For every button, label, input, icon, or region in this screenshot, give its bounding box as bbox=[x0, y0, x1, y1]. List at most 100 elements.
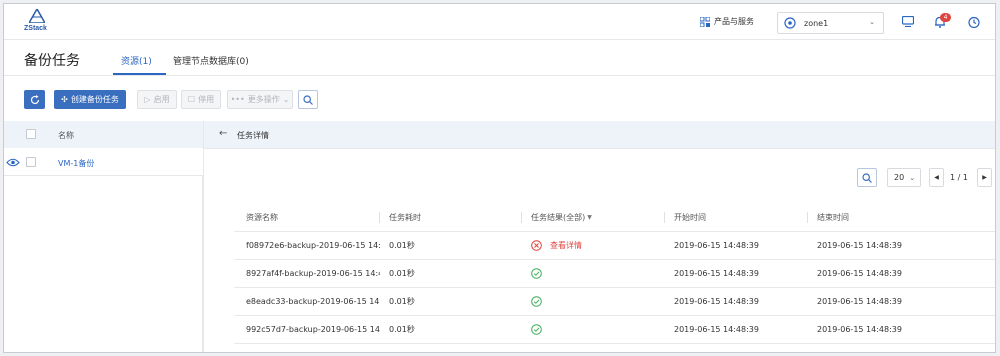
end-time: 2019-06-15 14:48:39 bbox=[817, 241, 902, 250]
eye-icon[interactable] bbox=[6, 158, 20, 167]
logo-icon bbox=[29, 9, 45, 23]
search-button[interactable] bbox=[298, 90, 318, 109]
end-time: 2019-06-15 14:48:39 bbox=[817, 269, 902, 278]
zstack-logo[interactable]: ZStack bbox=[24, 9, 54, 35]
tab-management-db[interactable]: 管理节点数据库(0) bbox=[173, 54, 249, 67]
disable-button[interactable]: ☐ 停用 bbox=[181, 90, 221, 109]
end-time: 2019-06-15 14:48:39 bbox=[817, 325, 902, 334]
more-actions-button[interactable]: ••• 更多操作 ⌄ bbox=[227, 90, 293, 109]
detail-header-divider bbox=[204, 148, 995, 149]
task-result: 查看详情 bbox=[531, 232, 671, 259]
task-detail-table: 资源名称 任务耗时 任务结果(全部) ▼ 开始时间 结束时间 f08972e6-… bbox=[234, 203, 995, 344]
column-separator bbox=[807, 212, 808, 223]
table-header: 资源名称 任务耗时 任务结果(全部) ▼ 开始时间 结束时间 bbox=[234, 203, 995, 232]
zone-select[interactable]: zone1 ⌄ bbox=[777, 12, 884, 34]
resource-name: f08972e6-backup-2019-06-15 14:4... bbox=[246, 241, 380, 250]
resource-name: 8927af4f-backup-2019-06-15 14:4... bbox=[246, 269, 380, 278]
table-row[interactable]: e8eadc33-backup-2019-06-15 14:... 0.01秒 … bbox=[234, 288, 995, 316]
enable-label: 启用 bbox=[153, 95, 170, 104]
row-checkbox[interactable] bbox=[26, 157, 36, 167]
monitor-icon[interactable] bbox=[902, 16, 914, 27]
prev-page-button[interactable]: ◀ bbox=[929, 168, 944, 187]
select-all-checkbox[interactable] bbox=[26, 129, 36, 139]
start-time: 2019-06-15 14:48:39 bbox=[674, 325, 759, 334]
back-arrow-icon[interactable]: ← bbox=[219, 128, 227, 139]
detail-title: 任务详情 bbox=[237, 131, 269, 140]
task-result bbox=[531, 288, 671, 315]
chevron-down-icon: ⌄ bbox=[282, 95, 290, 104]
column-result-label: 任务结果(全部) bbox=[531, 212, 586, 222]
stop-icon: ☐ bbox=[187, 95, 196, 104]
success-check-icon bbox=[531, 324, 542, 335]
tab-divider bbox=[4, 75, 995, 76]
column-result-filter[interactable]: 任务结果(全部) ▼ bbox=[531, 203, 671, 231]
resource-name: 992c57d7-backup-2019-06-15 14:... bbox=[246, 325, 380, 334]
error-icon bbox=[531, 240, 542, 251]
column-start-time: 开始时间 bbox=[674, 212, 706, 222]
more-dots-icon: ••• bbox=[230, 95, 245, 104]
products-services-menu[interactable]: 产品与服务 bbox=[700, 16, 754, 27]
next-page-button[interactable]: ▶ bbox=[977, 168, 992, 187]
task-duration: 0.01秒 bbox=[389, 269, 415, 278]
list-empty-area bbox=[4, 176, 203, 352]
success-check-icon bbox=[531, 296, 542, 307]
app-window: ZStack 产品与服务 zone1 ⌄ 4 备份任务 资源(1) 管理节点数据… bbox=[3, 3, 996, 353]
column-separator bbox=[521, 212, 522, 223]
grid-icon bbox=[700, 16, 710, 27]
notification-badge: 4 bbox=[940, 13, 951, 22]
start-time: 2019-06-15 14:48:39 bbox=[674, 241, 759, 250]
tab-resources[interactable]: 资源(1) bbox=[121, 54, 152, 67]
panel-splitter bbox=[203, 121, 204, 352]
zone-value: zone1 bbox=[804, 18, 829, 28]
table-row[interactable]: 8927af4f-backup-2019-06-15 14:4... 0.01秒… bbox=[234, 260, 995, 288]
create-backup-task-button[interactable]: ✣ 创建备份任务 bbox=[54, 90, 126, 109]
column-end-time: 结束时间 bbox=[817, 212, 849, 222]
task-duration: 0.01秒 bbox=[389, 297, 415, 306]
products-services-label: 产品与服务 bbox=[714, 17, 754, 26]
plus-icon: ✣ bbox=[61, 95, 68, 104]
task-result bbox=[531, 260, 671, 287]
caret-right-icon: ▶ bbox=[982, 174, 987, 181]
search-icon bbox=[303, 94, 313, 105]
column-duration: 任务耗时 bbox=[389, 212, 421, 222]
column-separator bbox=[664, 212, 665, 223]
create-backup-task-label: 创建备份任务 bbox=[70, 95, 119, 104]
page-size-select[interactable]: 20 ⌄ bbox=[887, 168, 921, 187]
enable-button[interactable]: ▷ 启用 bbox=[137, 90, 177, 109]
list-item-name[interactable]: VM-1备份 bbox=[58, 158, 94, 169]
page-size-value: 20 bbox=[894, 173, 905, 182]
success-check-icon bbox=[531, 268, 542, 279]
top-bar: ZStack 产品与服务 zone1 ⌄ 4 bbox=[4, 4, 995, 40]
task-duration: 0.01秒 bbox=[389, 241, 415, 250]
refresh-button[interactable] bbox=[24, 90, 45, 109]
list-header: 名称 bbox=[4, 121, 203, 148]
page-title: 备份任务 bbox=[24, 53, 80, 69]
name-column-header: 名称 bbox=[58, 131, 74, 140]
resource-name: e8eadc33-backup-2019-06-15 14:... bbox=[246, 297, 380, 306]
search-icon bbox=[862, 172, 872, 183]
table-row[interactable]: 992c57d7-backup-2019-06-15 14:... 0.01秒 … bbox=[234, 316, 995, 344]
detail-header: ← 任务详情 bbox=[204, 121, 995, 148]
end-time: 2019-06-15 14:48:39 bbox=[817, 297, 902, 306]
column-resource-name: 资源名称 bbox=[246, 212, 278, 222]
start-time: 2019-06-15 14:48:39 bbox=[674, 269, 759, 278]
pagination-info: 1 / 1 bbox=[950, 173, 968, 182]
zone-icon bbox=[784, 17, 796, 29]
chevron-down-icon: ⌄ bbox=[909, 173, 916, 182]
start-time: 2019-06-15 14:48:39 bbox=[674, 297, 759, 306]
logo-text: ZStack bbox=[24, 25, 47, 32]
clock-icon[interactable] bbox=[968, 16, 980, 28]
caret-left-icon: ◀ bbox=[934, 174, 939, 181]
view-details-link[interactable]: 查看详情 bbox=[550, 240, 582, 251]
list-item[interactable]: VM-1备份 bbox=[4, 148, 203, 176]
more-actions-label: 更多操作 bbox=[247, 95, 280, 104]
table-row[interactable]: f08972e6-backup-2019-06-15 14:4... 0.01秒… bbox=[234, 232, 995, 260]
detail-search-button[interactable] bbox=[857, 168, 877, 187]
task-duration: 0.01秒 bbox=[389, 325, 415, 334]
disable-label: 停用 bbox=[198, 95, 215, 104]
refresh-icon bbox=[30, 94, 39, 104]
column-separator bbox=[379, 212, 380, 223]
task-result bbox=[531, 316, 671, 343]
caret-down-icon: ▼ bbox=[587, 213, 592, 221]
play-icon: ▷ bbox=[144, 95, 151, 104]
